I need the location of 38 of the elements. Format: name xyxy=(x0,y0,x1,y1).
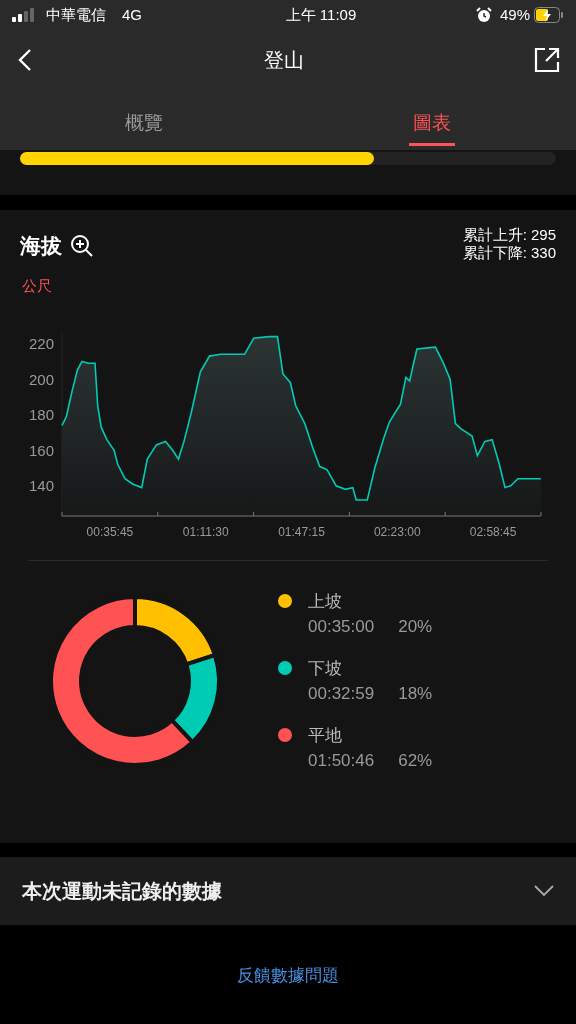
axis-tick-label: 140 xyxy=(28,477,54,495)
legend-label: 下坡 xyxy=(308,657,342,680)
alarm-icon xyxy=(475,7,492,23)
chart-title: 海拔 xyxy=(20,233,62,260)
clock-time: 上午 11:09 xyxy=(285,4,357,25)
axis-tick-label: 00:35:45 xyxy=(86,525,134,539)
total-ascent: 累計上升: 295 xyxy=(462,226,556,244)
axis-tick-label: 02:58:45 xyxy=(469,525,517,539)
axis-tick-label: 180 xyxy=(28,406,54,424)
tab[interactable]: 圖表 xyxy=(409,102,455,146)
back-icon[interactable] xyxy=(16,48,34,72)
network-type: 4G xyxy=(122,4,142,25)
total-descent: 累計下降: 330 xyxy=(462,244,556,262)
chevron-down-icon[interactable] xyxy=(534,885,554,897)
legend-percent: 20% xyxy=(398,616,433,638)
battery-icon xyxy=(534,7,564,23)
unit-label: 公尺 xyxy=(22,277,52,294)
axis-tick-label: 220 xyxy=(28,335,54,353)
page-title: 登山 xyxy=(264,48,304,73)
legend-label: 平地 xyxy=(308,724,342,747)
legend-percent: 18% xyxy=(398,683,433,705)
axis-tick-label: 200 xyxy=(28,370,54,388)
feedback-link[interactable]: 反饋數據問題 xyxy=(237,963,339,989)
legend-label: 上坡 xyxy=(308,590,342,613)
legend-duration: 00:35:00 xyxy=(308,616,375,638)
zoom-in-icon[interactable] xyxy=(70,234,94,258)
axis-tick-label: 01:47:15 xyxy=(278,525,325,539)
legend-duration: 01:50:46 xyxy=(308,750,375,772)
share-icon[interactable] xyxy=(534,47,560,73)
axis-tick-label: 01:11:30 xyxy=(182,525,229,539)
tab[interactable]: 概覽 xyxy=(121,102,167,146)
battery-percent: 49% xyxy=(499,4,530,25)
legend-percent: 62% xyxy=(398,750,433,772)
section-title: 本次運動未記錄的數據 xyxy=(22,879,222,904)
carrier-name: 中華電信 xyxy=(46,4,106,25)
legend-duration: 00:32:59 xyxy=(308,683,375,705)
axis-tick-label: 02:23:00 xyxy=(373,525,421,539)
axis-tick-label: 160 xyxy=(28,441,54,459)
